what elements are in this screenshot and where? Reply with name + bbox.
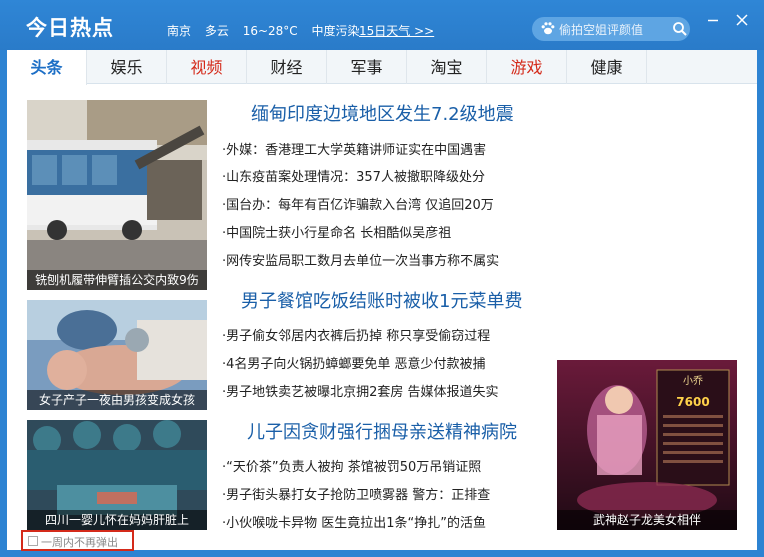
paw-icon: [541, 22, 555, 35]
tab-finance[interactable]: 财经: [247, 50, 327, 84]
app-logo: 今日热点: [26, 16, 114, 40]
news-item[interactable]: ·男子偷女邻居内衣裤后扔掉 称只享受偷窃过程: [222, 325, 490, 344]
hide-week-label: 一周内不再弹出: [41, 536, 118, 549]
photo-caption: 铣刨机履带伸臂插公交内致9伤: [27, 270, 207, 290]
title-bar: 今日热点 南京 多云 16~28°C 中度污染 15日天气 >> 偷拍空姐评颜值: [0, 0, 764, 50]
bus-accident-image: [27, 100, 207, 290]
headline-link[interactable]: 男子餐馆吃饭结账时被收1元菜单费: [241, 287, 522, 313]
weather-pollution: 中度污染: [311, 24, 360, 38]
hide-week-option[interactable]: 一周内不再弹出: [21, 530, 134, 551]
news-item[interactable]: ·国台办：每年有百亿诈骗款入台湾 仅追回20万: [222, 194, 494, 213]
popup-window: 今日热点 南京 多云 16~28°C 中度污染 15日天气 >> 偷拍空姐评颜值: [0, 0, 764, 557]
news-item[interactable]: ·中国院士获小行星命名 长相酷似吴彦祖: [222, 222, 451, 241]
tab-games[interactable]: 游戏: [487, 50, 567, 84]
tab-headlines[interactable]: 头条: [7, 50, 87, 85]
game-ad-image: 小乔 7600: [557, 360, 737, 530]
news-item[interactable]: ·男子地铁卖艺被曝北京拥2套房 告媒体报道失实: [222, 381, 499, 400]
weather-temp: 16~28°C: [242, 24, 298, 38]
tab-taobao[interactable]: 淘宝: [407, 50, 487, 84]
game-ad[interactable]: 小乔 7600 武神赵子龙美女相伴: [557, 360, 737, 530]
category-tabs: 头条 娱乐 视频 财经 军事 淘宝 游戏 健康: [7, 50, 757, 85]
hide-week-checkbox[interactable]: [28, 536, 38, 546]
photo-caption: 四川一婴儿怀在妈妈肝脏上: [27, 510, 207, 530]
news-item[interactable]: ·男子街头暴打女子抢防卫喷雾器 警方：正排查: [222, 484, 490, 503]
news-photo-baby[interactable]: 女子产子一夜由男孩变成女孩: [27, 300, 207, 410]
close-icon[interactable]: [734, 12, 750, 28]
search-icon[interactable]: [672, 21, 688, 37]
ad-game-name: 小乔: [683, 375, 703, 387]
weather-info: 南京 多云 16~28°C 中度污染: [167, 22, 370, 39]
news-photo-surgery[interactable]: 四川一婴儿怀在妈妈肝脏上: [27, 420, 207, 530]
search-placeholder: 偷拍空姐评颜值: [559, 23, 644, 37]
forecast-link[interactable]: 15日天气 >>: [359, 22, 434, 39]
news-item[interactable]: ·网传安监局职工数月去单位一次当事方称不属实: [222, 250, 499, 269]
news-item[interactable]: ·外媒：香港理工大学英籍讲师证实在中国遇害: [222, 139, 486, 158]
news-item[interactable]: ·山东疫苗案处理情况：357人被撤职降级处分: [222, 166, 485, 185]
headline-link[interactable]: 儿子因贪财强行捆母亲送精神病院: [247, 418, 517, 444]
news-item[interactable]: ·4名男子向火锅扔蟑螂要免单 恶意少付款被捕: [222, 353, 486, 372]
minimize-icon[interactable]: [705, 12, 721, 28]
tab-video[interactable]: 视频: [167, 50, 247, 84]
tab-health[interactable]: 健康: [567, 50, 647, 84]
ad-caption: 武神赵子龙美女相伴: [557, 510, 737, 530]
news-photo-bus[interactable]: 铣刨机履带伸臂插公交内致9伤: [27, 100, 207, 290]
news-panel: 头条 娱乐 视频 财经 军事 淘宝 游戏 健康 铣刨机履带伸臂插公交内致9伤 缅…: [7, 50, 757, 550]
weather-condition: 多云: [204, 24, 229, 38]
weather-city: 南京: [167, 24, 192, 38]
photo-caption: 女子产子一夜由男孩变成女孩: [27, 390, 207, 410]
news-item[interactable]: ·“天价茶”负责人被拘 茶馆被罚50万吊销证照: [222, 456, 481, 475]
ad-score: 7600: [676, 395, 709, 409]
news-item[interactable]: ·小伙喉咙卡异物 医生竟拉出1条“挣扎”的活鱼: [222, 512, 486, 531]
search-box[interactable]: 偷拍空姐评颜值: [532, 17, 690, 41]
headline-link[interactable]: 缅甸印度边境地区发生7.2级地震: [251, 100, 514, 126]
tab-military[interactable]: 军事: [327, 50, 407, 84]
tab-entertainment[interactable]: 娱乐: [87, 50, 167, 84]
